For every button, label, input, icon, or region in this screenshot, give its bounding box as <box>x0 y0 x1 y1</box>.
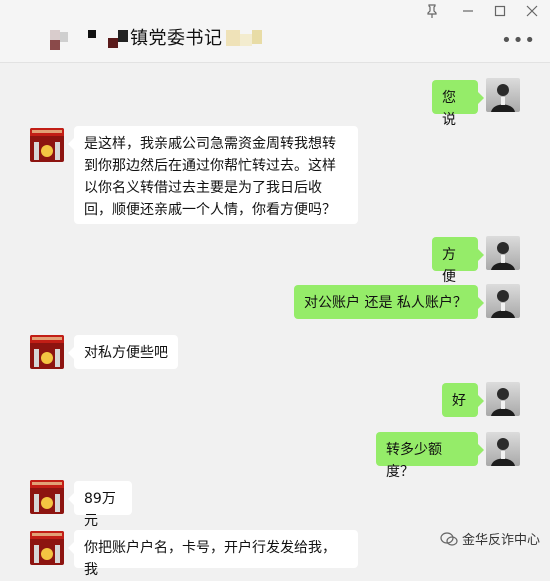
message-row: 方便 <box>0 232 550 285</box>
message-bubble-incoming[interactable]: 89万元 <box>68 481 132 529</box>
maximize-icon[interactable] <box>490 4 510 22</box>
message-bubble-outgoing[interactable]: 转多少额度？ <box>376 432 484 480</box>
pin-icon[interactable] <box>422 4 442 22</box>
my-avatar[interactable] <box>486 382 520 416</box>
message-row: 对私方便些吧 <box>0 332 550 382</box>
source-watermark: 金华反诈中心 <box>440 529 540 548</box>
more-horizontal-icon[interactable]: ••• <box>501 32 536 50</box>
contact-avatar[interactable] <box>30 128 64 162</box>
message-row: 对公账户 还是 私人账户？ <box>0 282 550 332</box>
message-row: 您说 <box>0 62 550 128</box>
my-avatar[interactable] <box>486 78 520 112</box>
message-row: 是这样，我亲戚公司急需资金周转我想转到你那边然后在通过你帮忙转过去。这样以你名义… <box>0 122 550 232</box>
chat-title-bar: 镇党委书记 ••• <box>0 0 550 63</box>
message-bubble-incoming[interactable]: 你把账户户名，卡号，开户行发发给我，我 <box>68 530 358 578</box>
contact-avatar[interactable] <box>30 531 64 565</box>
message-bubble-incoming[interactable]: 对私方便些吧 <box>68 335 178 369</box>
message-bubble-outgoing[interactable]: 方便 <box>432 237 484 285</box>
my-avatar[interactable] <box>486 284 520 318</box>
contact-avatar[interactable] <box>30 335 64 369</box>
close-icon[interactable] <box>522 4 542 22</box>
chat-title: 镇党委书记 <box>130 28 223 49</box>
message-bubble-outgoing[interactable]: 好 <box>442 383 484 417</box>
message-bubble-incoming[interactable]: 是这样，我亲戚公司急需资金周转我想转到你那边然后在通过你帮忙转过去。这样以你名义… <box>68 126 358 224</box>
message-row: 89万元 <box>0 480 550 529</box>
message-bubble-outgoing[interactable]: 您说 <box>432 80 484 128</box>
message-row: 好 <box>0 382 550 432</box>
minimize-icon[interactable] <box>458 4 478 22</box>
message-bubble-outgoing[interactable]: 对公账户 还是 私人账户？ <box>294 285 484 319</box>
my-avatar[interactable] <box>486 432 520 466</box>
chat-message-area[interactable]: 您说 是这样，我亲戚公司急需资金周转我想转到你那边然后在通过你帮忙转过去。这样以… <box>0 62 550 578</box>
watermark-text: 金华反诈中心 <box>461 533 540 548</box>
my-avatar[interactable] <box>486 236 520 270</box>
contact-avatar[interactable] <box>30 480 64 514</box>
wechat-official-account-icon <box>440 531 458 546</box>
message-row: 转多少额度？ <box>0 432 550 482</box>
